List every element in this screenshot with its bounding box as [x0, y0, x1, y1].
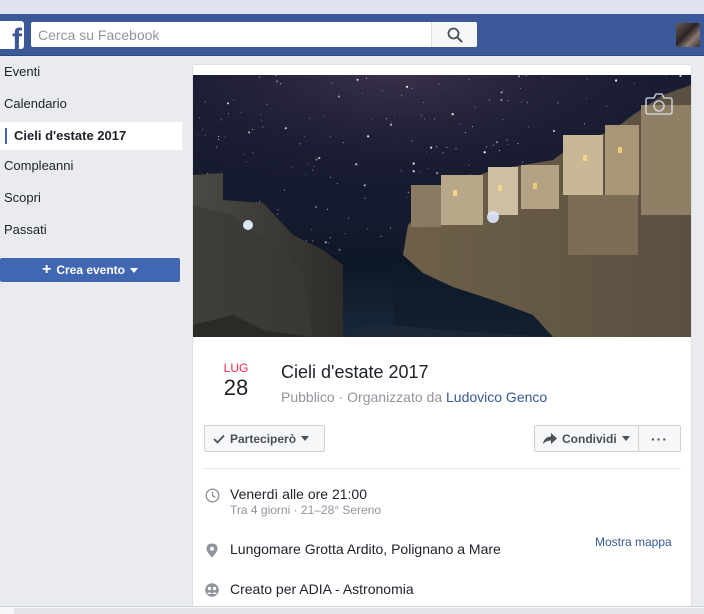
share-label: Condividi — [562, 431, 617, 446]
facebook-logo[interactable]: f — [0, 21, 24, 49]
event-subtitle: Pubblico · Organizzato da Ludovico Genco — [281, 388, 547, 406]
show-map-link[interactable]: Mostra mappa — [595, 535, 672, 549]
create-event-label: Crea evento — [56, 263, 126, 277]
search-button[interactable] — [431, 22, 477, 47]
sidebar-item-passati[interactable]: Passati — [0, 214, 182, 246]
share-button[interactable]: Condividi — [534, 425, 639, 452]
event-created-for-row: Creato per ADIA - Astronomia — [204, 580, 681, 604]
event-time: Venerdì alle ore 21:00 — [230, 486, 367, 502]
event-privacy: Pubblico — [281, 389, 335, 405]
sidebar-item-calendario[interactable]: Calendario — [0, 88, 182, 120]
subtitle-separator: · — [334, 389, 348, 405]
check-icon — [213, 434, 225, 444]
sidebar-item-eventi[interactable]: Eventi — [0, 56, 182, 88]
search-input[interactable] — [31, 22, 431, 47]
clock-icon — [204, 487, 220, 503]
camera-icon[interactable] — [645, 93, 673, 115]
more-label: ··· — [651, 430, 668, 447]
event-created-for[interactable]: Creato per ADIA - Astronomia — [230, 580, 414, 598]
sidebar-item-compleanni[interactable]: Compleanni — [0, 150, 182, 182]
more-options-button[interactable]: ··· — [638, 425, 681, 452]
organizer-link[interactable]: Ludovico Genco — [446, 389, 547, 405]
event-card: LUG 28 Cieli d'estate 2017 Pubblico · Or… — [192, 64, 692, 614]
event-date: LUG 28 — [211, 361, 261, 401]
event-time-row: Venerdì alle ore 21:00 Tra 4 giorni · 21… — [204, 485, 681, 525]
event-cover-photo — [193, 75, 691, 337]
horizontal-scrollbar[interactable] — [0, 606, 704, 614]
sidebar-item-cieli-d-estate-2017[interactable]: Cieli d'estate 2017 — [0, 122, 182, 150]
chevron-down-icon — [301, 436, 310, 441]
event-location-row: Lungomare Grotta Ardito, Polignano a Mar… — [204, 535, 681, 564]
chevron-down-icon — [130, 267, 139, 273]
event-month: LUG — [223, 361, 249, 375]
profile-avatar[interactable] — [676, 23, 700, 47]
top-navigation-bar: f — [0, 14, 704, 56]
group-icon — [204, 582, 220, 598]
scrollbar-thumb[interactable] — [14, 608, 704, 614]
event-location[interactable]: Lungomare Grotta Ardito, Polignano a Mar… — [230, 540, 501, 558]
location-pin-icon — [204, 542, 220, 558]
sidebar-item-scopri[interactable]: Scopri — [0, 182, 182, 214]
going-label: Parteciperò — [230, 431, 297, 446]
plus-icon: + — [41, 261, 52, 278]
create-event-button[interactable]: + Crea evento — [0, 258, 180, 282]
chevron-down-icon — [621, 436, 630, 441]
share-arrow-icon — [543, 432, 557, 444]
details-divider — [204, 468, 681, 469]
event-day: 28 — [223, 375, 249, 400]
going-button[interactable]: Parteciperò — [204, 425, 325, 452]
event-time-detail: Tra 4 giorni · 21–28° Sereno — [230, 503, 382, 517]
events-sidebar: Eventi Calendario Cieli d'estate 2017 Co… — [0, 56, 182, 282]
browser-top-strip — [0, 0, 704, 14]
event-title: Cieli d'estate 2017 — [281, 362, 429, 382]
organized-by-label: Organizzato da — [347, 389, 446, 405]
search-icon — [447, 27, 462, 42]
search-box — [31, 22, 477, 47]
